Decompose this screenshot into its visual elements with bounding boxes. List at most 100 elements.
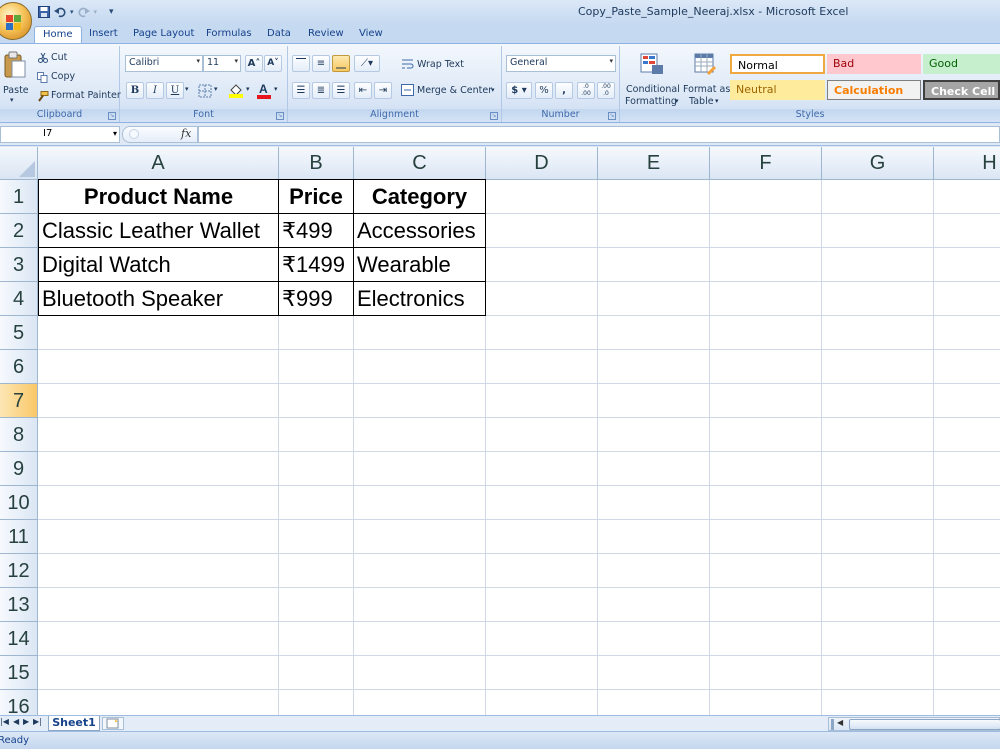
increase-decimal-button[interactable]: .0 .00 (577, 82, 595, 99)
number-launcher-icon[interactable]: ↘ (608, 112, 616, 120)
redo-icon[interactable] (77, 6, 90, 18)
cell-f11[interactable] (710, 520, 822, 554)
align-bottom-icon[interactable]: ⎽ (332, 55, 350, 72)
column-header-h[interactable]: H (934, 147, 1000, 180)
row-header-9[interactable]: 9 (0, 452, 38, 486)
cell-e12[interactable] (598, 554, 710, 588)
underline-dropdown-icon[interactable]: ▾ (185, 85, 189, 93)
cell-c16[interactable] (354, 690, 486, 715)
cut-button[interactable]: Cut (51, 52, 67, 63)
cell-e14[interactable] (598, 622, 710, 656)
currency-button[interactable]: $ ▾ (506, 82, 532, 99)
select-all-corner[interactable] (0, 147, 38, 180)
format-as-table-label-line2[interactable]: Table (689, 96, 714, 107)
cell-e16[interactable] (598, 690, 710, 715)
cell-b3[interactable]: ₹1499 (279, 248, 354, 282)
conditional-formatting-button[interactable]: Conditional (626, 84, 680, 95)
cell-h13[interactable] (934, 588, 1000, 622)
next-sheet-icon[interactable]: ▶ (23, 717, 29, 726)
cell-g13[interactable] (822, 588, 934, 622)
cell-g14[interactable] (822, 622, 934, 656)
cell-h5[interactable] (934, 316, 1000, 350)
cell-e4[interactable] (598, 282, 710, 316)
cell-g15[interactable] (822, 656, 934, 690)
style-good[interactable]: Good (923, 54, 1000, 74)
cell-e11[interactable] (598, 520, 710, 554)
style-check-cell[interactable]: Check Cell (923, 80, 1000, 100)
align-left-icon[interactable]: ☰ (292, 82, 310, 99)
cell-e8[interactable] (598, 418, 710, 452)
cell-a12[interactable] (38, 554, 279, 588)
cell-b15[interactable] (279, 656, 354, 690)
cell-d10[interactable] (486, 486, 598, 520)
cell-g8[interactable] (822, 418, 934, 452)
fill-color-icon[interactable] (228, 82, 244, 98)
cell-b4[interactable]: ₹999 (279, 282, 354, 316)
increase-indent-icon[interactable]: ⇥ (374, 82, 392, 99)
cell-h15[interactable] (934, 656, 1000, 690)
conditional-formatting-label-line2[interactable]: Formatting (625, 96, 677, 107)
undo-icon[interactable] (54, 6, 66, 18)
style-neutral[interactable]: Neutral (730, 80, 825, 100)
column-header-d[interactable]: D (486, 147, 598, 180)
cell-c7[interactable] (354, 384, 486, 418)
cell-d15[interactable] (486, 656, 598, 690)
conditional-formatting-dropdown-icon[interactable]: ▾ (675, 97, 679, 105)
cell-d14[interactable] (486, 622, 598, 656)
cell-h12[interactable] (934, 554, 1000, 588)
borders-dropdown-icon[interactable]: ▾ (214, 85, 218, 93)
column-header-a[interactable]: A (38, 147, 279, 180)
cell-d8[interactable] (486, 418, 598, 452)
column-header-c[interactable]: C (354, 147, 486, 180)
sheet-tab-sheet1[interactable]: Sheet1 (48, 716, 100, 731)
cell-c3[interactable]: Wearable (354, 248, 486, 282)
tab-data[interactable]: Data (267, 26, 291, 44)
row-header-14[interactable]: 14 (0, 622, 38, 656)
cell-b1[interactable]: Price (279, 179, 354, 214)
percent-button[interactable]: % (535, 82, 553, 99)
orientation-icon[interactable]: ⟋▾ (354, 55, 380, 72)
cell-g10[interactable] (822, 486, 934, 520)
cell-a7[interactable] (38, 384, 279, 418)
number-format-combo[interactable]: General ▾ (506, 55, 616, 72)
number-format-dropdown-icon[interactable]: ▾ (609, 57, 613, 65)
cell-f8[interactable] (710, 418, 822, 452)
style-bad[interactable]: Bad (827, 54, 921, 74)
row-header-10[interactable]: 10 (0, 486, 38, 520)
cell-a5[interactable] (38, 316, 279, 350)
cell-e7[interactable] (598, 384, 710, 418)
cell-a10[interactable] (38, 486, 279, 520)
cell-c14[interactable] (354, 622, 486, 656)
tab-page-layout[interactable]: Page Layout (133, 26, 194, 44)
cell-c9[interactable] (354, 452, 486, 486)
cell-a3[interactable]: Digital Watch (38, 248, 279, 282)
cell-c5[interactable] (354, 316, 486, 350)
cell-g6[interactable] (822, 350, 934, 384)
scroll-left-icon[interactable]: ◀ (837, 718, 843, 727)
cell-f6[interactable] (710, 350, 822, 384)
cell-c1[interactable]: Category (354, 179, 486, 214)
cell-f16[interactable] (710, 690, 822, 715)
cell-e6[interactable] (598, 350, 710, 384)
cell-e3[interactable] (598, 248, 710, 282)
shrink-font-button[interactable]: A˅ (264, 55, 282, 72)
row-header-13[interactable]: 13 (0, 588, 38, 622)
prev-sheet-icon[interactable]: ◀ (13, 717, 19, 726)
cell-d9[interactable] (486, 452, 598, 486)
name-box[interactable]: I7 ▾ (0, 126, 120, 143)
cell-f14[interactable] (710, 622, 822, 656)
font-launcher-icon[interactable]: ↘ (276, 112, 284, 120)
cell-g11[interactable] (822, 520, 934, 554)
cell-b13[interactable] (279, 588, 354, 622)
paste-dropdown-icon[interactable]: ▾ (10, 96, 14, 104)
cell-g1[interactable] (822, 180, 934, 214)
paste-button[interactable]: Paste (3, 85, 29, 96)
decrease-indent-icon[interactable]: ⇤ (354, 82, 372, 99)
cell-e15[interactable] (598, 656, 710, 690)
cell-d6[interactable] (486, 350, 598, 384)
tab-home[interactable]: Home (34, 26, 82, 44)
cell-f12[interactable] (710, 554, 822, 588)
column-header-b[interactable]: B (279, 147, 354, 180)
font-color-icon[interactable]: A (256, 81, 272, 99)
row-header-4[interactable]: 4 (0, 282, 38, 316)
